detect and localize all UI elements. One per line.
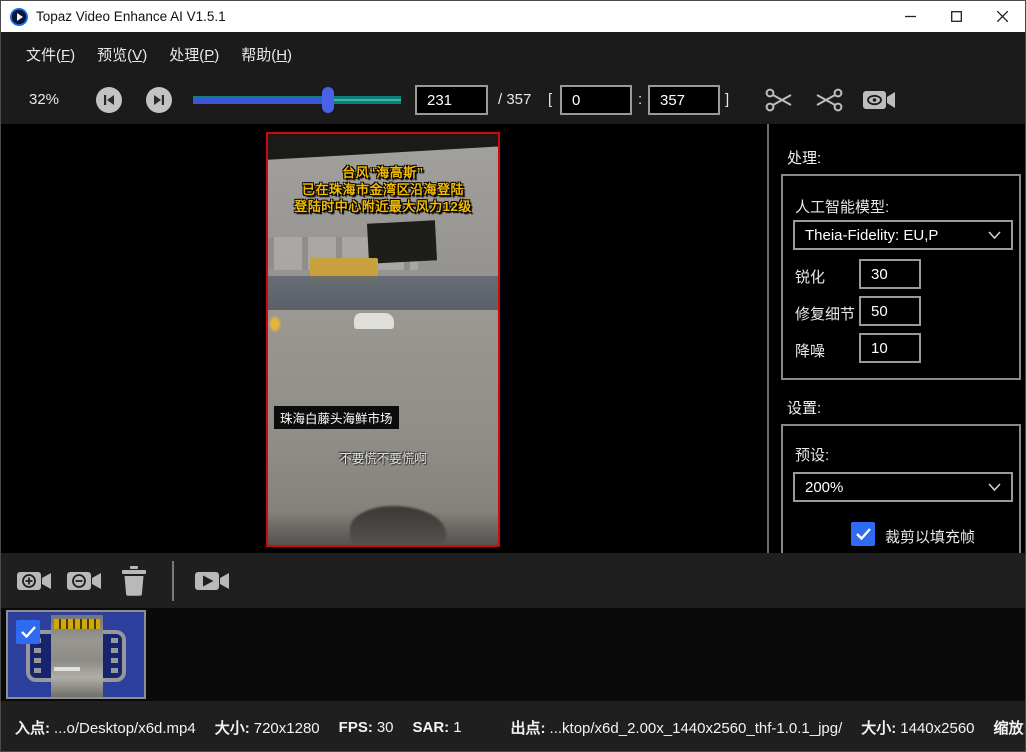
process-heading: 处理: <box>787 147 821 168</box>
status-out-path: 出点:...ktop/x6d_2.00x_1440x2560_thf-1.0.1… <box>511 717 843 738</box>
sharpen-label: 锐化 <box>795 266 825 287</box>
maximize-icon <box>951 11 962 22</box>
preview-canvas[interactable]: 台风“海高斯” 已在珠海市金湾区沿海登陆 登陆时中心附近最大风力12级 珠海白藤… <box>266 132 500 547</box>
skip-end-icon <box>153 94 165 106</box>
menu-file[interactable]: 文件(F) <box>15 38 86 71</box>
add-video-button[interactable] <box>16 565 52 597</box>
trim-end-input[interactable] <box>648 85 720 115</box>
status-scale: 缩放:200% <box>994 717 1026 738</box>
maximize-button[interactable] <box>933 1 979 32</box>
app-window: Topaz Video Enhance AI V1.5.1 文件(F) 预览(V… <box>0 0 1026 752</box>
menu-preview[interactable]: 预览(V) <box>86 38 158 71</box>
ai-model-group: 人工智能模型: Theia-Fidelity: EU,P 锐化 修复细节 降噪 <box>781 174 1021 380</box>
check-icon <box>856 528 871 540</box>
crop-to-fill-label: 裁剪以填充帧 <box>885 526 975 547</box>
preview-wall-shape <box>268 276 498 310</box>
frame-total-label: / 357 <box>498 91 531 108</box>
status-in-size: 大小:720x1280 <box>215 717 320 738</box>
skip-start-icon <box>103 94 115 106</box>
denoise-input[interactable] <box>859 333 921 363</box>
trash-icon <box>121 566 147 596</box>
current-frame-input[interactable] <box>415 85 488 115</box>
window-title: Topaz Video Enhance AI V1.5.1 <box>36 9 226 24</box>
status-out-size: 大小:1440x2560 <box>861 717 974 738</box>
preview-car-shape <box>354 313 394 329</box>
settings-group: 预设: 200% 裁剪以填充帧 <box>781 424 1021 553</box>
process-video-button[interactable] <box>194 565 230 597</box>
close-icon <box>997 11 1008 22</box>
remove-video-button[interactable] <box>66 565 102 597</box>
skip-end-button[interactable] <box>146 87 172 113</box>
zoom-level: 32% <box>29 91 59 108</box>
clip-thumbnail-tile[interactable] <box>6 610 146 699</box>
camera-add-icon <box>17 568 51 594</box>
clip-thumbnail-image <box>51 615 103 698</box>
clip-toolbar <box>1 553 1025 608</box>
settings-heading: 设置: <box>787 397 821 418</box>
thumbnail-strip <box>1 608 1025 701</box>
processing-panel: 处理: 人工智能模型: Theia-Fidelity: EU,P 锐化 修复细节… <box>767 124 1025 553</box>
menu-bar: 文件(F) 预览(V) 处理(P) 帮助(H) <box>1 32 1025 76</box>
camera-eye-icon <box>863 88 895 112</box>
frame-slider[interactable] <box>193 92 401 108</box>
status-bar: 入点:...o/Desktop/x6d.mp4 大小:720x1280 FPS:… <box>1 701 1025 752</box>
preview-button[interactable] <box>863 86 895 114</box>
preview-sign-shape <box>367 220 437 264</box>
app-logo-icon <box>10 8 28 26</box>
video-location-caption: 珠海白藤头海鲜市场 <box>274 406 399 429</box>
preset-label: 预设: <box>795 444 829 465</box>
trim-bracket-close: ] <box>725 91 729 108</box>
menu-help[interactable]: 帮助(H) <box>230 38 303 71</box>
ai-model-select[interactable]: Theia-Fidelity: EU,P <box>793 220 1013 250</box>
chevron-down-icon <box>988 483 1001 491</box>
preview-roof-shape <box>266 134 500 160</box>
scissors-in-icon <box>765 87 793 113</box>
frame-slider-progress <box>193 97 328 103</box>
delete-clip-button[interactable] <box>116 565 152 597</box>
denoise-label: 降噪 <box>795 340 825 361</box>
restore-detail-label: 修复细节 <box>795 303 855 324</box>
trim-out-button[interactable] <box>813 86 845 114</box>
check-icon <box>21 626 36 638</box>
trim-in-button[interactable] <box>763 86 795 114</box>
status-fps: FPS:30 <box>339 719 394 736</box>
frame-slider-handle[interactable] <box>322 87 334 113</box>
trim-separator: : <box>638 91 642 108</box>
preset-select[interactable]: 200% <box>793 472 1013 502</box>
video-speech-caption: 不要慌不要慌啊 <box>268 448 498 467</box>
crop-to-fill-checkbox[interactable] <box>851 522 875 546</box>
menu-process[interactable]: 处理(P) <box>158 38 230 71</box>
trim-bracket-open: [ <box>548 91 552 108</box>
minimize-icon <box>905 11 916 22</box>
chevron-down-icon <box>988 231 1001 239</box>
transport-toolbar: 32% / 357 [ : ] <box>1 76 1025 124</box>
trim-start-input[interactable] <box>560 85 632 115</box>
status-sar: SAR:1 <box>413 719 462 736</box>
ai-model-label: 人工智能模型: <box>795 196 889 217</box>
skip-start-button[interactable] <box>96 87 122 113</box>
sharpen-input[interactable] <box>859 259 921 289</box>
close-button[interactable] <box>979 1 1025 32</box>
clip-select-checkbox[interactable] <box>16 620 40 644</box>
restore-detail-input[interactable] <box>859 296 921 326</box>
minimize-button[interactable] <box>887 1 933 32</box>
camera-play-icon <box>195 568 229 594</box>
preview-light-shape <box>270 317 280 331</box>
camera-remove-icon <box>67 568 101 594</box>
clipbar-divider <box>172 561 174 601</box>
main-area: 台风“海高斯” 已在珠海市金湾区沿海登陆 登陆时中心附近最大风力12级 珠海白藤… <box>1 124 1025 553</box>
scissors-out-icon <box>815 87 843 113</box>
status-in-path: 入点:...o/Desktop/x6d.mp4 <box>15 717 196 738</box>
title-bar: Topaz Video Enhance AI V1.5.1 <box>1 1 1025 32</box>
preview-bottom-shade <box>268 511 498 545</box>
video-overlay-title: 台风“海高斯” 已在珠海市金湾区沿海登陆 登陆时中心附近最大风力12级 <box>268 164 498 215</box>
